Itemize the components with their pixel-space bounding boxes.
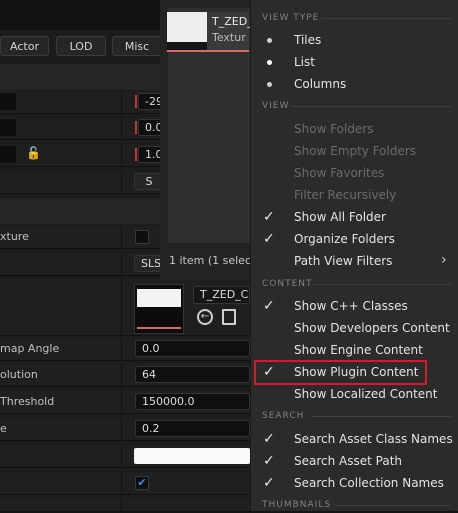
checkmark-icon: ✓	[263, 431, 275, 447]
axis-x-marker	[135, 121, 137, 134]
property-row-scale-value: e 0.2	[0, 418, 250, 441]
checkmark-icon: ✓	[263, 298, 275, 314]
menu-item-label: Tiles	[294, 33, 322, 47]
submenu-arrow-icon: ›	[441, 252, 447, 268]
highlight-box	[254, 360, 427, 385]
axis-x-marker	[135, 148, 137, 161]
use-selected-icon[interactable]: ←	[197, 309, 213, 325]
texture-asset-dropdown[interactable]: T_ZED_Cu	[193, 286, 250, 304]
checkmark-icon: ✓	[263, 231, 275, 247]
menu-item-filter-recursively[interactable]: Filter Recursively	[251, 184, 458, 206]
menu-item-show-folders[interactable]: Show Folders	[251, 118, 458, 140]
radio-dot-icon	[267, 82, 272, 87]
radio-dot-icon	[267, 60, 272, 65]
checkmark-icon: ✓	[263, 475, 275, 491]
color-swatch[interactable]	[134, 448, 250, 464]
menu-item-label: Show All Folder	[294, 210, 386, 224]
property-row-partial	[0, 498, 250, 512]
menu-item-list[interactable]: List	[251, 51, 458, 73]
section-search: SEARCH	[262, 411, 305, 421]
property-label: xture	[0, 230, 29, 243]
checkmark-icon: ✓	[263, 453, 275, 469]
menu-item-label: Show Favorites	[294, 166, 385, 180]
scale-value-field[interactable]: 0.2	[135, 420, 250, 437]
menu-item-label: Show Empty Folders	[294, 144, 417, 158]
menu-item-search-asset-class-names[interactable]: ✓ Search Asset Class Names	[251, 428, 458, 450]
menu-item-label: Show Localized Content	[294, 387, 438, 401]
menu-item-show-localized-content[interactable]: Show Localized Content	[251, 383, 458, 405]
menu-item-label: Show C++ Classes	[294, 299, 408, 313]
resolution-field[interactable]: 64	[135, 366, 250, 383]
enabled-checkbox[interactable]: ✔	[135, 476, 149, 490]
menu-item-show-cpp-classes[interactable]: ✓ Show C++ Classes	[251, 295, 458, 317]
view-options-menu: VIEW TYPE Tiles List Columns VIEW Show F…	[250, 0, 458, 511]
asset-name: T_ZED_	[212, 15, 253, 28]
menu-item-tiles[interactable]: Tiles	[251, 29, 458, 51]
property-row-color	[0, 445, 250, 468]
menu-item-show-favorites[interactable]: Show Favorites	[251, 162, 458, 184]
asset-picker: T_ZED_ Textur 1 item (1 selec	[160, 0, 253, 280]
tab-misc[interactable]: Misc	[112, 36, 162, 56]
texture-checkbox[interactable]	[135, 230, 149, 244]
property-label: e	[0, 422, 7, 435]
browse-asset-icon[interactable]	[222, 309, 236, 325]
asset-list: T_ZED_ Textur	[167, 8, 253, 243]
menu-item-label: Path View Filters	[294, 254, 393, 268]
menu-item-label: List	[294, 55, 315, 69]
checkmark-icon: ✓	[263, 209, 275, 225]
section-view-type: VIEW TYPE	[262, 13, 320, 23]
menu-item-label: Show Developers Content	[294, 321, 450, 335]
property-label: olution	[0, 368, 38, 381]
property-label: map Angle	[0, 342, 60, 355]
property-label: Threshold	[0, 395, 55, 408]
menu-item-columns[interactable]: Columns	[251, 73, 458, 95]
menu-item-label: Filter Recursively	[294, 188, 397, 202]
dropdown-toggle[interactable]	[0, 93, 16, 110]
menu-item-label: Search Collection Names	[294, 476, 444, 490]
property-row-enabled: ✔	[0, 472, 250, 495]
dropdown-toggle[interactable]	[0, 146, 16, 163]
axis-x-marker	[135, 95, 137, 108]
menu-item-show-engine-content[interactable]: Show Engine Content	[251, 339, 458, 361]
property-row-threshold: Threshold 150000.0	[0, 391, 250, 414]
menu-item-path-view-filters[interactable]: Path View Filters ›	[251, 250, 458, 272]
radio-dot-icon	[267, 38, 272, 43]
menu-item-search-asset-path[interactable]: ✓ Search Asset Path	[251, 450, 458, 472]
snap-angle-field[interactable]: 0.0	[135, 340, 250, 357]
item-count-status: 1 item (1 selec	[169, 254, 252, 267]
menu-item-search-collection-names[interactable]: ✓ Search Collection Names	[251, 472, 458, 494]
menu-item-show-empty-folders[interactable]: Show Empty Folders	[251, 140, 458, 162]
menu-item-show-developers-content[interactable]: Show Developers Content	[251, 317, 458, 339]
section-content: CONTENT	[262, 279, 313, 289]
menu-item-label: Search Asset Class Names	[294, 432, 453, 446]
menu-item-show-all-folder[interactable]: ✓ Show All Folder	[251, 206, 458, 228]
lock-icon[interactable]: 🔓	[26, 146, 41, 160]
tab-actor[interactable]: Actor	[0, 36, 49, 56]
dropdown-toggle[interactable]	[0, 119, 16, 136]
texture-thumbnail[interactable]	[134, 284, 184, 334]
details-top-strip	[0, 0, 160, 30]
asset-tile[interactable]: T_ZED_ Textur	[167, 12, 253, 52]
menu-item-label: Search Asset Path	[294, 454, 403, 468]
menu-item-organize-folders[interactable]: ✓ Organize Folders	[251, 228, 458, 250]
menu-item-label: Columns	[294, 77, 347, 91]
section-view: VIEW	[262, 101, 290, 111]
property-row-snap-angle: map Angle 0.0	[0, 338, 250, 361]
asset-type: Textur	[212, 31, 246, 44]
menu-item-label: Organize Folders	[294, 232, 395, 246]
menu-item-label: Show Folders	[294, 122, 374, 136]
threshold-field[interactable]: 150000.0	[135, 393, 250, 410]
property-row-resolution: olution 64	[0, 364, 250, 387]
tab-lod[interactable]: LOD	[56, 36, 106, 56]
menu-item-label: Show Engine Content	[294, 343, 423, 357]
